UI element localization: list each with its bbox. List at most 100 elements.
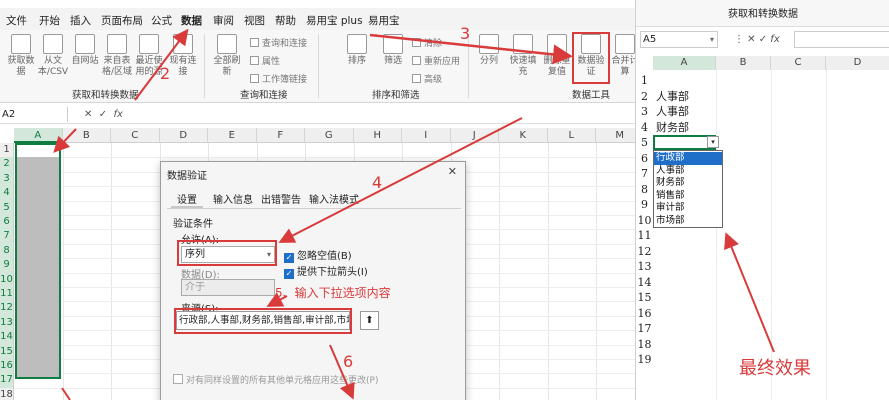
row-header[interactable]: 9 <box>636 197 653 212</box>
column-header[interactable]: D <box>159 128 208 143</box>
row-header[interactable]: 19 <box>636 352 653 367</box>
menu-formulas[interactable]: 公式 <box>151 13 172 28</box>
column-header[interactable]: B <box>716 56 771 70</box>
menu-insert[interactable]: 插入 <box>70 13 91 28</box>
ignore-blank-checkbox[interactable]: ✓ 忽略空值(B) <box>284 247 352 263</box>
dropdown-item[interactable]: 人事部 <box>654 165 722 178</box>
column-header[interactable]: B <box>62 128 111 143</box>
fx-icon[interactable]: fx <box>770 34 779 45</box>
row-header[interactable]: 14 <box>0 330 14 345</box>
row-header[interactable]: 13 <box>636 259 653 274</box>
column-header[interactable]: J <box>450 128 499 143</box>
column-header[interactable]: A <box>14 128 63 143</box>
column-header[interactable]: K <box>499 128 548 143</box>
column-header[interactable]: D <box>826 56 889 70</box>
from-table-button[interactable]: 来自表格/区域 <box>100 34 134 78</box>
collapse-range-icon[interactable]: ⬆ <box>360 311 379 330</box>
column-header[interactable]: L <box>547 128 596 143</box>
menu-view[interactable]: 视图 <box>244 13 265 28</box>
row-header[interactable]: 15 <box>0 344 14 359</box>
row-header[interactable]: 18 <box>0 387 14 400</box>
apply-all-checkbox[interactable]: 对有同样设置的所有其他单元格应用这些更改(P) <box>173 373 378 386</box>
clear-button[interactable]: 清除 <box>412 36 442 49</box>
filter-button[interactable]: 筛选 <box>376 34 410 67</box>
from-text-csv-button[interactable]: 从文本/CSV <box>36 34 70 78</box>
tab-ime-mode[interactable]: 输入法模式 <box>309 191 359 206</box>
column-header[interactable]: C <box>111 128 160 143</box>
column-header[interactable]: E <box>208 128 257 143</box>
row-header[interactable]: 9 <box>0 258 14 273</box>
right-formula-input[interactable] <box>794 31 889 48</box>
column-header[interactable]: F <box>256 128 305 143</box>
row-header[interactable]: 8 <box>0 243 14 259</box>
row-header[interactable]: 4 <box>636 120 653 135</box>
row-header[interactable]: 11 <box>636 228 653 243</box>
menu-review[interactable]: 审阅 <box>213 13 234 28</box>
column-header[interactable]: C <box>771 56 826 70</box>
row-header[interactable]: 6 <box>636 151 653 166</box>
dropdown-item[interactable]: 销售部 <box>654 190 722 203</box>
properties-button[interactable]: 属性 <box>250 54 280 67</box>
row-header[interactable]: 1 <box>636 73 653 88</box>
column-header[interactable]: G <box>305 128 354 143</box>
row-header[interactable]: 17 <box>636 321 653 336</box>
queries-connections-button[interactable]: 查询和连接 <box>250 36 307 49</box>
row-header[interactable]: 2 <box>636 89 653 104</box>
row-header[interactable]: 17 <box>0 373 14 388</box>
column-header[interactable]: I <box>402 128 451 143</box>
close-icon[interactable]: ✕ <box>448 165 457 178</box>
column-header[interactable]: A <box>653 56 716 70</box>
row-header[interactable]: 8 <box>636 182 653 197</box>
row-header[interactable]: 16 <box>0 359 14 374</box>
reapply-button[interactable]: 重新应用 <box>412 54 460 67</box>
row-header[interactable]: 6 <box>0 215 14 230</box>
tab-input-message[interactable]: 输入信息 <box>213 191 253 206</box>
right-name-box[interactable]: A5 ▾ <box>640 31 718 48</box>
menu-help[interactable]: 帮助 <box>275 13 296 28</box>
refresh-all-button[interactable]: 全部刷新 <box>210 34 244 78</box>
row-header[interactable]: 11 <box>0 287 14 302</box>
row-header[interactable]: 3 <box>636 104 653 119</box>
row-header[interactable]: 13 <box>0 315 14 331</box>
get-data-button[interactable]: 获取数据 <box>4 34 38 78</box>
cell-a2[interactable]: 人事部 <box>656 89 689 104</box>
dropdown-item[interactable]: 财务部 <box>654 177 722 190</box>
row-header[interactable]: 7 <box>0 229 14 244</box>
row-header[interactable]: 12 <box>0 301 14 316</box>
name-box[interactable]: A2 <box>0 107 68 122</box>
row-header[interactable]: 14 <box>636 275 653 290</box>
advanced-button[interactable]: 高级 <box>412 72 442 85</box>
column-header[interactable]: M <box>596 128 635 143</box>
row-header[interactable]: 4 <box>0 186 14 201</box>
row-header[interactable]: 2 <box>0 157 14 172</box>
consolidate-button[interactable]: 合并计算 <box>608 34 635 78</box>
menu-data[interactable]: 数据 <box>181 13 202 28</box>
menu-yiyongbao[interactable]: 易用宝 <box>368 13 400 28</box>
dropdown-item[interactable]: 审计部 <box>654 202 722 215</box>
menu-file[interactable]: 文件 <box>6 13 27 28</box>
text-to-columns-button[interactable]: 分列 <box>472 34 506 67</box>
row-header[interactable]: 3 <box>0 171 14 187</box>
dropdown-item[interactable]: 行政部 <box>654 152 722 165</box>
row-header[interactable]: 10 <box>636 213 653 228</box>
chevron-down-icon[interactable]: ▾ <box>710 32 714 47</box>
cell-a3[interactable]: 人事部 <box>656 104 689 119</box>
tab-settings[interactable]: 设置 <box>177 191 197 206</box>
menu-yiyongbao-plus[interactable]: 易用宝 plus <box>306 13 363 28</box>
row-header[interactable]: 5 <box>0 200 14 215</box>
fx-icon[interactable]: fx <box>113 109 122 120</box>
menu-home[interactable]: 开始 <box>39 13 60 28</box>
row-header[interactable]: 16 <box>636 306 653 321</box>
row-header[interactable]: 10 <box>0 272 14 287</box>
dropdown-arrow-icon[interactable]: ▾ <box>707 136 719 148</box>
remove-duplicates-button[interactable]: 删除重复值 <box>540 34 574 78</box>
row-header[interactable]: 12 <box>636 244 653 259</box>
dropdown-item[interactable]: 市场部 <box>654 215 722 228</box>
row-header[interactable]: 18 <box>636 337 653 352</box>
row-header[interactable]: 5 <box>636 135 653 150</box>
row-header[interactable]: 15 <box>636 290 653 305</box>
existing-connections-button[interactable]: 现有连接 <box>166 34 200 78</box>
sort-button[interactable]: 排序 <box>340 34 374 67</box>
menu-page-layout[interactable]: 页面布局 <box>101 13 143 28</box>
selected-column-range[interactable] <box>15 143 61 379</box>
